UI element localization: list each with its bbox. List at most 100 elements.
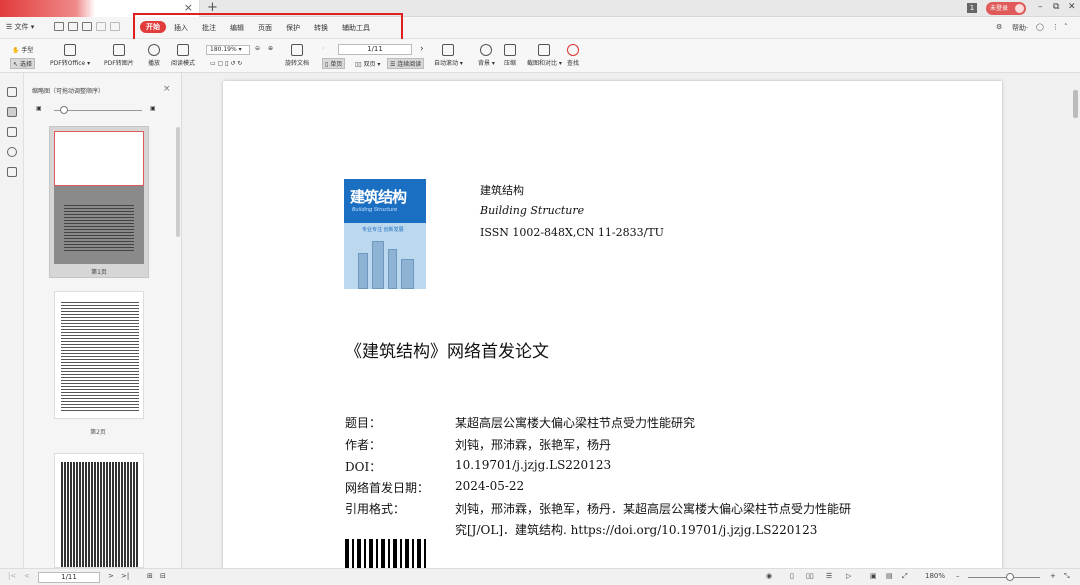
doi-value: 10.19701/j.jzjg.LS220123 <box>455 458 612 472</box>
single-page-button[interactable]: ▯ 单页 <box>322 58 346 69</box>
thumbnail-page-2[interactable] <box>54 291 144 419</box>
play-button[interactable]: 播放 <box>148 44 160 67</box>
document-scrollbar[interactable] <box>1073 90 1078 118</box>
cover-subtitle: Building Structure <box>352 207 398 213</box>
status-page-input[interactable]: 1/11 <box>38 572 100 583</box>
thumbnail-page-1[interactable]: 第1页 <box>49 126 149 278</box>
slider-knob[interactable] <box>60 106 68 114</box>
next-page-icon[interactable]: › <box>420 44 424 54</box>
window-count-badge[interactable]: 1 <box>967 3 977 13</box>
double-label: 双页 ▾ <box>363 61 381 68</box>
double-view-icon[interactable]: ▯▯ <box>806 572 814 580</box>
hand-label: 手型 <box>21 47 34 54</box>
page-number-input[interactable]: 1/11 <box>338 44 412 55</box>
pdf-to-office-button[interactable]: PDF转Office ▾ <box>50 44 90 67</box>
continuous-view-icon[interactable]: ☰ <box>826 572 832 580</box>
citation-value: 刘钝，邢沛霖，张艳军，杨丹．某超高层公寓楼大偏心梁柱节点受力性能研 <box>455 502 852 516</box>
close-panel-icon[interactable]: × <box>163 84 171 94</box>
fit-page-icon[interactable]: ⊞ <box>147 572 153 580</box>
rotate-doc-button[interactable]: 旋转文档 <box>285 44 309 67</box>
publish-date-label: 网络首发日期： <box>345 481 430 495</box>
more-icon[interactable]: ⋮ <box>1052 23 1059 31</box>
maximize-button[interactable]: ⧉ <box>1053 2 1059 12</box>
small-thumb-icon[interactable]: ▣ <box>36 105 42 112</box>
author-value: 刘钝，邢沛霖，张艳军，杨丹 <box>455 438 612 452</box>
large-thumb-icon[interactable]: ▣ <box>150 105 156 112</box>
eye-icon <box>480 44 493 56</box>
play-label: 播放 <box>148 60 161 67</box>
fit-width-icon[interactable]: ⊟ <box>160 572 166 580</box>
thumbnail-scrollbar[interactable] <box>176 127 180 237</box>
tab-color-strip <box>0 0 95 17</box>
minimize-button[interactable]: – <box>1038 2 1043 12</box>
login-button[interactable]: 未登录 <box>986 2 1026 15</box>
fullscreen-icon[interactable]: ⤢ <box>902 572 908 581</box>
undo-icon[interactable] <box>96 22 106 31</box>
find-button[interactable]: 查找 <box>567 44 579 67</box>
pdf-to-image-button[interactable]: PDF转图片 <box>104 44 134 67</box>
collapse-icon[interactable]: ˄ <box>1064 23 1068 31</box>
hand-tool[interactable]: ✋ 手型 <box>12 45 33 54</box>
screenshot-label: 截图和对比 ▾ <box>527 60 562 67</box>
screenshot-compare-button[interactable]: 截图和对比 ▾ <box>527 44 562 67</box>
bookmark-icon[interactable] <box>7 87 17 97</box>
document-viewer: 建筑结构 Building Structure 专业专注 创新发展 建筑结构 B… <box>183 73 1080 576</box>
select-tool[interactable]: ↖ 选择 <box>10 58 35 69</box>
search-icon <box>567 44 579 56</box>
close-window-button[interactable]: ✕ <box>1068 2 1076 12</box>
zoom-level[interactable]: 180% <box>925 572 945 580</box>
zoom-out-icon[interactable]: ⊖ <box>255 45 260 52</box>
page-1-label: 第1页 <box>91 269 107 276</box>
play-view-icon[interactable]: ▷ <box>846 572 851 580</box>
open-icon[interactable] <box>54 22 64 31</box>
last-page-button[interactable]: >| <box>121 572 129 580</box>
rotate-label: 旋转文档 <box>285 60 310 67</box>
settings-icon[interactable]: ⚙ <box>996 23 1002 31</box>
zoom-slider[interactable] <box>968 577 1040 578</box>
thumbnail-icon[interactable] <box>7 107 17 117</box>
attachment-icon[interactable] <box>7 147 17 157</box>
eye-protect-icon[interactable]: ◉ <box>766 572 772 580</box>
status-bar: |< < 1/11 > >| ⊞ ⊟ ◉ ▯ ▯▯ ☰ ▷ ▣ ▤ ⤢ 180%… <box>0 568 1080 585</box>
auto-scroll-button[interactable]: 自动滚动 ▾ <box>434 44 463 67</box>
single-view-icon[interactable]: ▯ <box>790 572 794 580</box>
first-page-button[interactable]: |< <box>8 572 16 580</box>
background-button[interactable]: 背景 ▾ <box>478 44 495 67</box>
signature-icon[interactable] <box>7 167 17 177</box>
print-icon[interactable] <box>82 22 92 31</box>
journal-name-en: Building Structure <box>480 204 585 217</box>
zoom-in-button[interactable]: + <box>1050 572 1056 580</box>
continuous-read-button[interactable]: ☰ 连续阅读 <box>387 58 425 69</box>
compress-icon <box>504 44 516 56</box>
next-page-button[interactable]: > <box>108 572 114 580</box>
double-page-button[interactable]: ▯▯ 双页 ▾ <box>355 59 380 68</box>
help-menu[interactable]: 帮助· <box>1012 23 1028 33</box>
thumbnail-page-3[interactable] <box>54 453 144 568</box>
zoom-value: 180.19% <box>210 46 237 53</box>
zoom-slider-knob[interactable] <box>1006 573 1014 581</box>
cover-title: 建筑结构 <box>350 188 407 206</box>
power-icon[interactable]: ◯ <box>1036 23 1044 31</box>
save-icon[interactable] <box>68 22 78 31</box>
compress-button[interactable]: 压缩 <box>504 44 516 67</box>
redo-icon[interactable] <box>110 22 120 31</box>
grid-view-icon[interactable]: ▣ <box>870 572 877 580</box>
read-view-icon[interactable]: ▤ <box>886 572 893 580</box>
highlight-box <box>133 13 403 42</box>
comment-icon[interactable] <box>7 127 17 137</box>
publish-date-value: 2024-05-22 <box>455 479 525 493</box>
select-label: 选择 <box>19 61 32 68</box>
zoom-in-icon[interactable]: ⊕ <box>268 45 273 52</box>
fit-screen-icon[interactable]: ⤡ <box>1064 572 1070 581</box>
zoom-out-button[interactable]: – <box>956 572 960 580</box>
prev-page-button[interactable]: < <box>24 572 30 580</box>
screenshot-icon <box>538 44 551 56</box>
read-mode-button[interactable]: 阅读模式 <box>171 44 195 67</box>
cover-slogan: 专业专注 创新发展 <box>362 227 404 233</box>
file-menu[interactable]: ☰ 文件 ▾ <box>6 22 34 32</box>
auto-scroll-label: 自动滚动 ▾ <box>434 60 463 67</box>
thumbnail-panel: 缩略图（可拖动调整顺序） × ▣ ▣ 第1页 第2页 <box>24 73 182 568</box>
zoom-select[interactable]: 180.19% ▾ <box>206 45 250 55</box>
fit-icons[interactable]: ▭ ▢ ▯ ↺ ↻ <box>210 60 242 67</box>
prev-page-icon[interactable]: ‹ <box>322 45 324 52</box>
